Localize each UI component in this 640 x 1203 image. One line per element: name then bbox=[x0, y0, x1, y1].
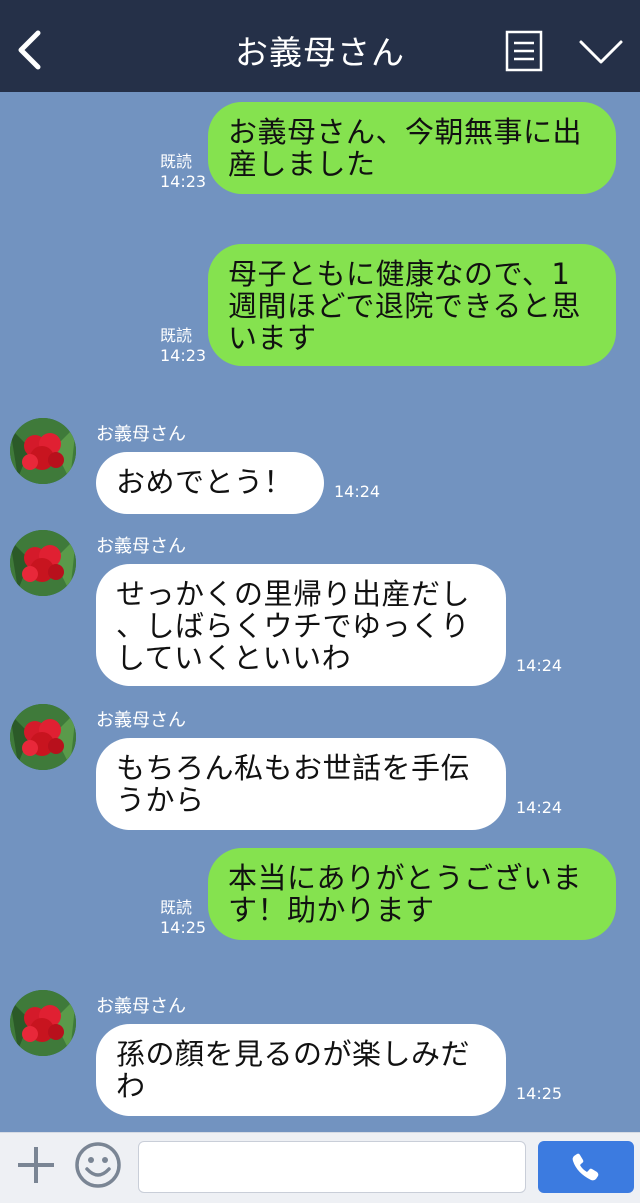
chat-header: お義母さん bbox=[0, 0, 640, 92]
read-status: 既読 14:25 bbox=[160, 898, 207, 937]
avatar[interactable] bbox=[10, 418, 76, 484]
message-bubble-outgoing[interactable]: 本当にありがとうございま す！助かります bbox=[208, 848, 616, 940]
flower-avatar-image bbox=[10, 530, 76, 596]
flower-avatar-image bbox=[10, 704, 76, 770]
flower-avatar-image bbox=[10, 418, 76, 484]
message-bubble-incoming[interactable]: 孫の顔を見るのが楽しみだわ bbox=[96, 1024, 506, 1116]
message-input-bar bbox=[0, 1132, 640, 1203]
message-time: 14:25 bbox=[516, 1084, 563, 1103]
sender-name: お義母さん bbox=[96, 996, 186, 1017]
message-time: 14:24 bbox=[516, 656, 563, 675]
chat-title: お義母さん bbox=[235, 33, 405, 72]
message-time: 14:24 bbox=[516, 798, 563, 817]
sender-name: お義母さん bbox=[96, 710, 186, 731]
message-bubble-outgoing[interactable]: 母子ともに健康なので、1 週間ほどで退院できると思 います bbox=[208, 244, 616, 366]
menu-icon[interactable] bbox=[505, 30, 543, 72]
sender-name: お義母さん bbox=[96, 536, 186, 557]
message-input[interactable] bbox=[138, 1141, 526, 1193]
avatar[interactable] bbox=[10, 530, 76, 596]
phone-icon bbox=[572, 1153, 599, 1181]
message-bubble-incoming[interactable]: せっかくの里帰り出産だし 、しばらくウチでゆっくり していくといいわ bbox=[96, 564, 506, 686]
message-time: 14:24 bbox=[334, 482, 381, 501]
avatar[interactable] bbox=[10, 990, 76, 1056]
message-bubble-incoming[interactable]: もちろん私もお世話を手伝 うから bbox=[96, 738, 506, 830]
avatar[interactable] bbox=[10, 704, 76, 770]
plus-icon[interactable] bbox=[14, 1143, 58, 1187]
read-status: 既読 14:23 bbox=[160, 326, 207, 365]
flower-avatar-image bbox=[10, 990, 76, 1056]
call-button[interactable] bbox=[538, 1141, 634, 1193]
sender-name: お義母さん bbox=[96, 424, 186, 445]
smiley-icon[interactable] bbox=[74, 1141, 122, 1189]
message-list[interactable]: 既読 14:23 お義母さん、今朝無事に出 産しました 既読 14:23 母子ともに健… bbox=[0, 92, 640, 1132]
chevron-down-icon[interactable] bbox=[578, 38, 624, 66]
read-status: 既読 14:23 bbox=[160, 152, 207, 191]
message-bubble-outgoing[interactable]: お義母さん、今朝無事に出 産しました bbox=[208, 102, 616, 194]
message-bubble-incoming[interactable]: おめでとう！ bbox=[96, 452, 324, 514]
